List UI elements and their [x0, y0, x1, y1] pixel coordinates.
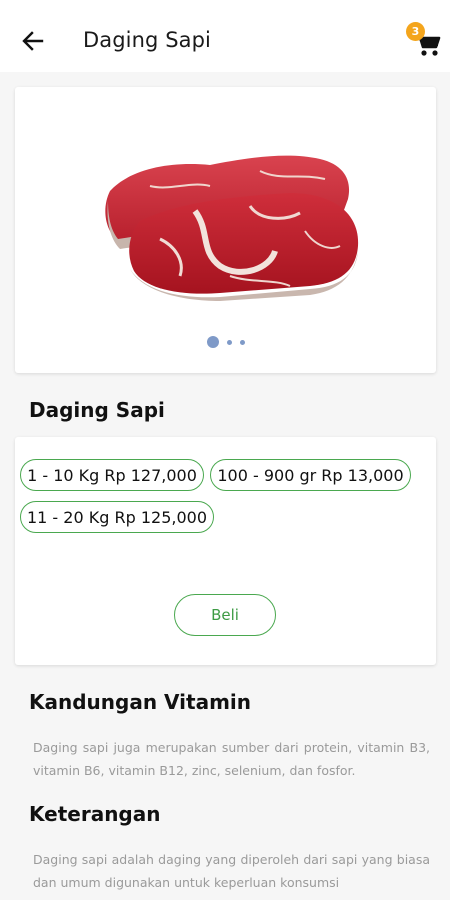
keterangan-heading: Keterangan	[29, 802, 161, 826]
carousel-dot[interactable]	[206, 336, 219, 348]
beef-steak-image	[105, 155, 359, 301]
price-chip[interactable]: 11 - 20 Kg Rp 125,000	[20, 501, 214, 533]
page-title: Daging Sapi	[83, 28, 211, 52]
back-button[interactable]	[20, 28, 46, 54]
carousel-indicator	[15, 336, 436, 348]
product-image-carousel[interactable]	[15, 87, 436, 373]
price-options-card: 1 - 10 Kg Rp 127,000 100 - 900 gr Rp 13,…	[15, 437, 436, 665]
product-name: Daging Sapi	[29, 398, 165, 422]
price-chip[interactable]: 100 - 900 gr Rp 13,000	[210, 459, 411, 491]
carousel-dot[interactable]	[239, 339, 245, 345]
vitamin-heading: Kandungan Vitamin	[29, 690, 252, 714]
buy-button[interactable]: Beli	[174, 594, 276, 636]
cart-count-badge: 3	[406, 22, 425, 41]
vitamin-description: Daging sapi juga merupakan sumber dari p…	[33, 740, 430, 778]
keterangan-description: Daging sapi adalah daging yang diperoleh…	[33, 852, 430, 890]
app-bar: Daging Sapi 3	[0, 0, 450, 72]
arrow-left-icon	[22, 31, 44, 51]
carousel-dot[interactable]	[226, 339, 232, 345]
price-chip[interactable]: 1 - 10 Kg Rp 127,000	[20, 459, 204, 491]
